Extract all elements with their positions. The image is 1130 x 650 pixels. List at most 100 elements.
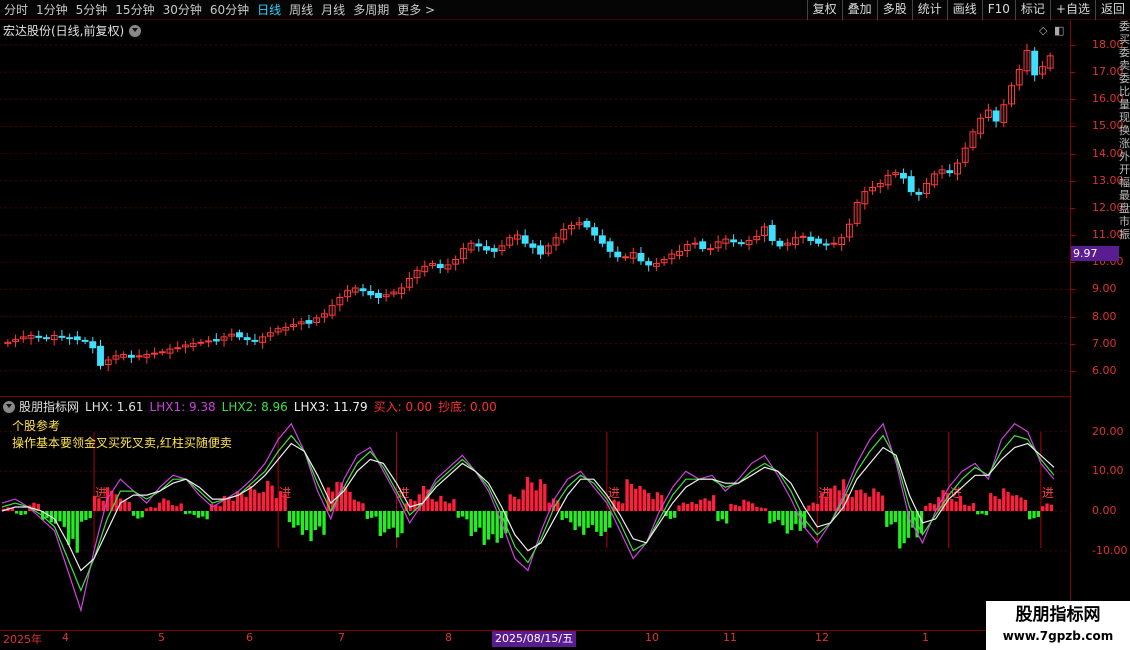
indicator-bar [23, 511, 27, 515]
indicator-bar [482, 511, 486, 545]
price-tick-mark [1070, 343, 1075, 345]
indicator-bar [750, 503, 755, 511]
indicator-bar [724, 511, 729, 524]
indicator-bar [989, 493, 993, 511]
indicator-bar [517, 499, 521, 511]
indicator-bar [902, 511, 906, 544]
indicator-bar [196, 511, 201, 518]
indicator-bar [582, 511, 586, 535]
indicator-bar [157, 502, 162, 511]
price-tick-mark [1070, 45, 1075, 46]
indicator-bar [673, 511, 677, 518]
indicator-bar [651, 499, 655, 511]
quote-side-column: 委买委卖委比量现换涨外开幅最盘市振 [1119, 20, 1130, 241]
indicator-bar [577, 511, 582, 527]
date-axis-label: 5 [158, 631, 165, 644]
candle-body [992, 110, 1000, 122]
indicator-bar [356, 501, 361, 511]
candle-body [614, 251, 622, 258]
candle-body [583, 220, 591, 228]
indicator-bar [127, 502, 131, 511]
indicator-bar [478, 511, 482, 528]
price-tick-mark [1070, 370, 1075, 372]
indicator-bar [703, 498, 707, 511]
watermark: 股朋指标网 www.7gpzb.com [986, 601, 1130, 650]
indicator-bar [1045, 503, 1049, 511]
indicator-bar [595, 511, 599, 532]
indicator-header: 股朋指标网 LHX: 1.61 LHX1: 9.38 LHX2: 8.96 LHX3:… [3, 398, 503, 415]
price-tick-label: 7.00 [1092, 336, 1117, 350]
indicator-bar [352, 499, 356, 511]
indicator-bar [378, 511, 382, 537]
candle-body [367, 291, 375, 296]
candle-body [591, 227, 599, 236]
signal-label: 进 [818, 486, 830, 500]
indicator-bar [638, 485, 642, 511]
indicator-bar [14, 511, 19, 514]
candle-body [915, 191, 923, 195]
indicator-bar [530, 482, 534, 511]
indicator-bar [430, 499, 434, 511]
indicator-bar [681, 502, 686, 511]
indicator-bar [205, 511, 209, 520]
indicator-bar [508, 494, 512, 511]
indicator-bar [19, 511, 23, 515]
indicator-bar [1002, 488, 1006, 511]
panel-divider [0, 396, 1070, 397]
indicator-bar [365, 511, 369, 519]
indicator-bar [867, 496, 872, 511]
indicator-bar [257, 493, 261, 511]
candle-body [637, 253, 645, 262]
indicator-bar [1036, 511, 1041, 517]
indicator-bar [62, 511, 66, 527]
indicator-name[interactable]: 股朋指标网 [19, 398, 79, 415]
indicator-bar [395, 511, 400, 538]
indicator-bar [746, 501, 750, 511]
indicator-bar [131, 511, 136, 516]
indicator-bar [261, 491, 266, 511]
indicator-bar [828, 488, 833, 511]
date-axis-label: 12 [815, 631, 829, 644]
price-tick-mark [1070, 262, 1075, 264]
indicator-bar [785, 511, 789, 534]
date-axis-label: 8 [445, 631, 452, 644]
indicator-tick-label: 0.00 [1092, 504, 1117, 517]
indicator-bar [686, 503, 690, 511]
indicator-bar [1023, 499, 1028, 511]
indicator-bar [876, 491, 880, 511]
candle-body [737, 242, 745, 245]
indicator-bar [668, 511, 673, 519]
indicator-bar [58, 511, 62, 522]
indicator-bar [123, 500, 127, 511]
indicator-bar [560, 511, 564, 520]
price-tick-mark [1070, 289, 1075, 291]
candle-body [815, 238, 822, 244]
indicator-tick-label: 10.00 [1092, 464, 1124, 478]
indicator-bar [781, 511, 785, 526]
indicator-bar [391, 511, 395, 528]
signal-label: 进 [1042, 486, 1054, 500]
indicator-bar [569, 511, 573, 523]
indicator-bar [815, 503, 820, 511]
indicator-bar [963, 504, 967, 511]
indicator-bar [642, 489, 647, 511]
indicator-bar [136, 511, 140, 519]
indicator-bar [538, 479, 543, 511]
signal-label: 进 [95, 486, 107, 500]
indicator-bar [313, 511, 318, 531]
indicator-bar [768, 511, 772, 524]
candle-body [135, 355, 143, 358]
indicator-bar [491, 511, 495, 535]
candle-body [529, 243, 537, 248]
indicator-bar [79, 511, 84, 522]
indicator-menu-icon[interactable] [3, 400, 15, 413]
indicator-bar [928, 503, 932, 511]
indicator-bar [71, 511, 75, 539]
indicator-bar [789, 511, 794, 531]
indicator-bar [729, 503, 733, 511]
candle-body [436, 263, 444, 269]
price-tick-mark [1070, 207, 1075, 209]
indicator-bar [486, 511, 491, 540]
indicator-bar [144, 508, 149, 511]
indicator-bar [443, 501, 447, 511]
